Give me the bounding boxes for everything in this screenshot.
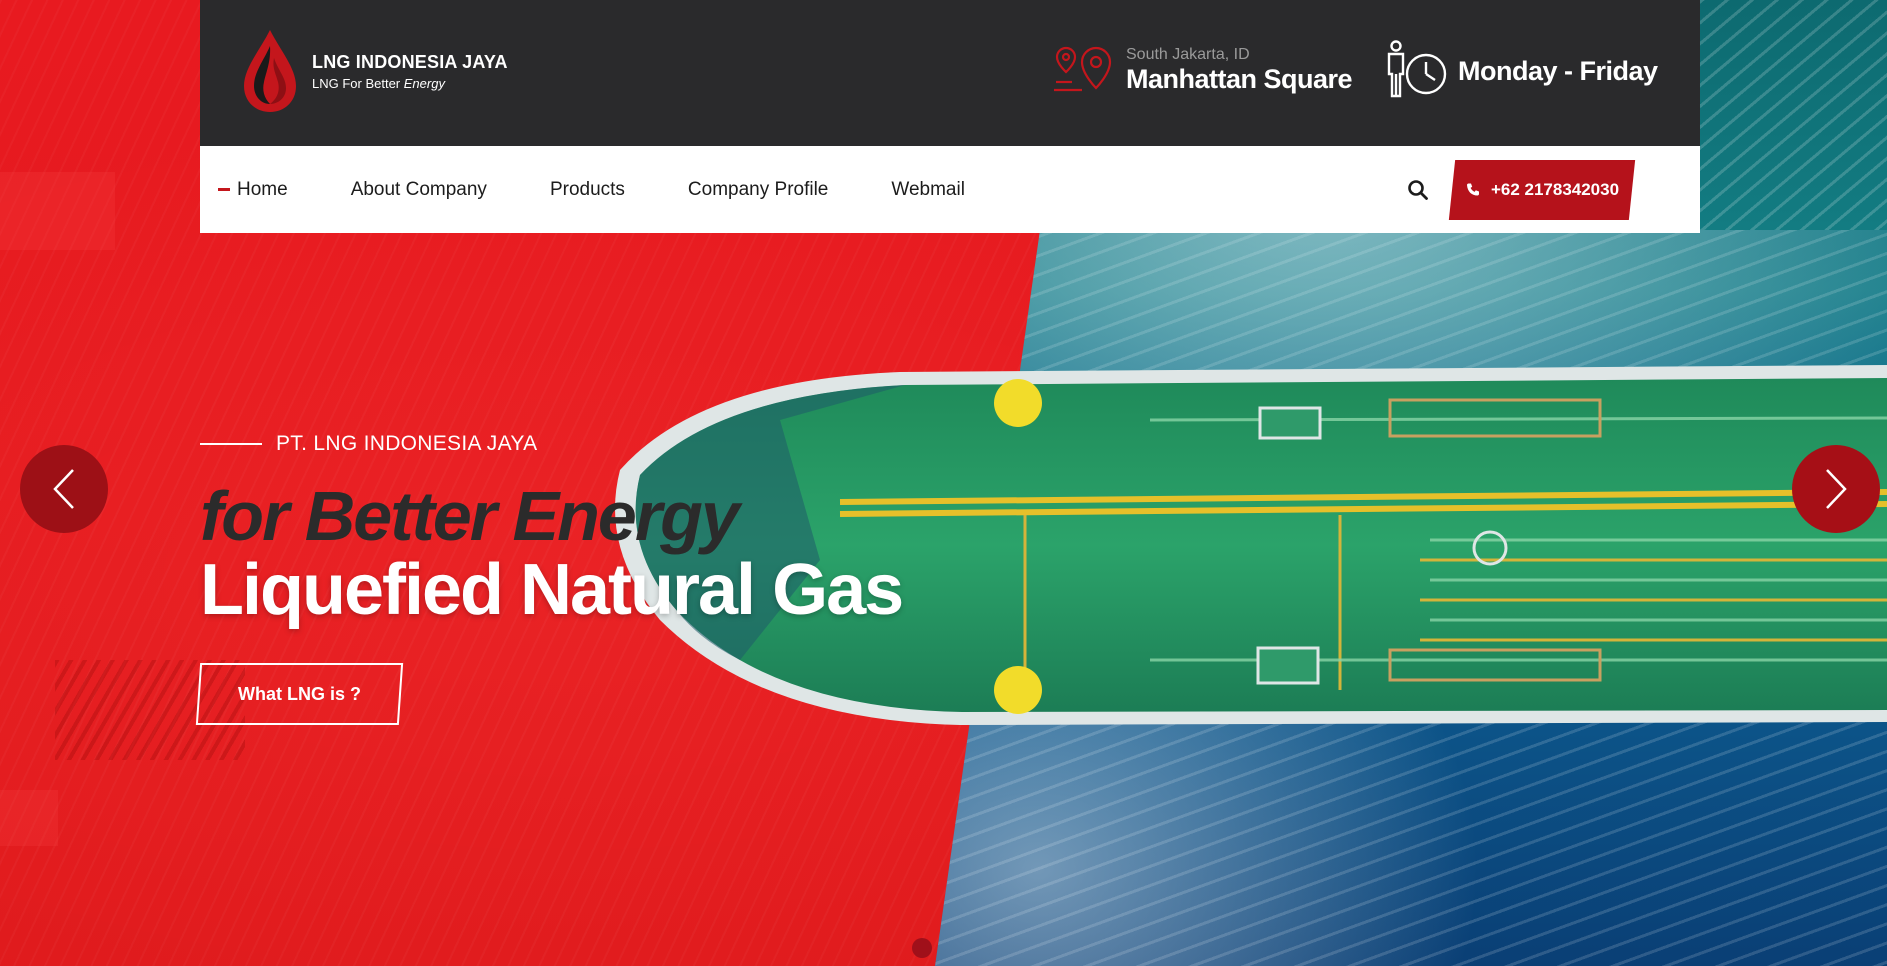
person-clock-icon (1387, 40, 1447, 98)
location-pin-icon (1054, 46, 1112, 92)
hours-info: Monday - Friday (1384, 40, 1658, 102)
slider-dot-active[interactable] (912, 938, 932, 958)
eyebrow-line (200, 443, 262, 445)
brand-logo[interactable]: LNG INDONESIA JAYA LNG For Better Energy (238, 28, 508, 114)
hero-title: Liquefied Natural Gas (200, 550, 904, 630)
slider-next-button[interactable] (1792, 445, 1880, 533)
search-icon[interactable] (1406, 178, 1430, 202)
nav-item-label: Company Profile (687, 178, 829, 200)
decor-block (0, 172, 115, 250)
hero-eyebrow: PT. LNG INDONESIA JAYA (200, 432, 537, 456)
chevron-right-icon (1826, 469, 1847, 509)
nav-item-company-profile[interactable]: Company Profile (688, 179, 828, 201)
nav-item-about-company[interactable]: About Company (351, 179, 487, 201)
main-navigation: Home About Company Products Company Prof… (200, 146, 1700, 233)
nav-item-home[interactable]: Home (218, 179, 288, 201)
active-indicator (218, 188, 230, 191)
location-name: Manhattan Square (1126, 64, 1353, 94)
nav-item-label: About Company (350, 178, 487, 200)
nav-item-label: Products (549, 178, 625, 200)
nav-item-label: Home (237, 178, 288, 200)
business-hours: Monday - Friday (1458, 56, 1658, 86)
nav-menu: Home About Company Products Company Prof… (218, 146, 1028, 233)
company-name: PT. LNG INDONESIA JAYA (276, 432, 538, 455)
nav-item-webmail[interactable]: Webmail (891, 179, 965, 201)
slider-prev-button[interactable] (20, 445, 108, 533)
nav-item-products[interactable]: Products (550, 179, 625, 201)
decor-block (0, 790, 58, 846)
phone-call-button[interactable]: +62 2178342030 (1452, 160, 1632, 220)
top-header: LNG INDONESIA JAYA LNG For Better Energy… (200, 0, 1700, 146)
chevron-left-icon (53, 469, 74, 509)
sea-image-top (1700, 0, 1887, 230)
cta-label: What LNG is ? (238, 683, 361, 704)
hero-subtitle: for Better Energy (200, 477, 740, 555)
location-area: South Jakarta, ID (1126, 46, 1250, 63)
lng-drop-logo-icon (244, 30, 296, 112)
nav-item-label: Webmail (891, 178, 965, 200)
what-is-lng-button[interactable]: What LNG is ? (198, 663, 401, 725)
brand-name: LNG INDONESIA JAYA (312, 51, 508, 72)
location-info: South Jakarta, ID Manhattan Square (1052, 44, 1353, 96)
brand-tagline: LNG For Better Energy (312, 75, 445, 91)
phone-icon (1466, 183, 1479, 196)
phone-number: +62 2178342030 (1490, 180, 1620, 199)
